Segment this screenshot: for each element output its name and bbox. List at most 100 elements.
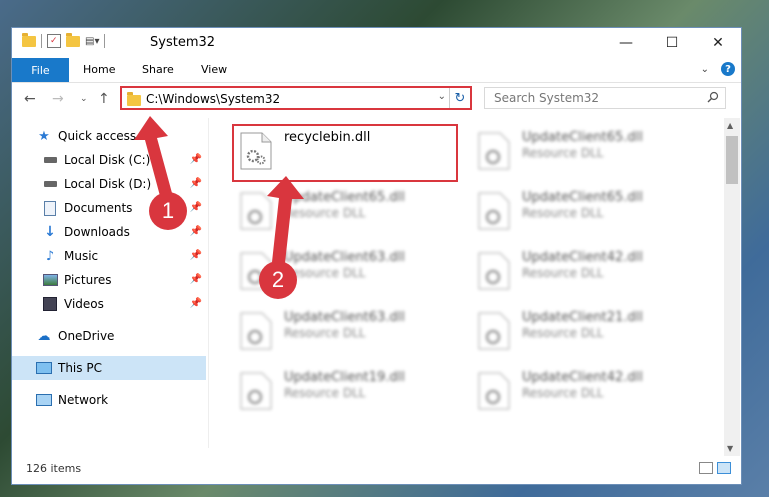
sidebar-item-videos[interactable]: Videos 📌 <box>42 292 206 316</box>
search-icon[interactable] <box>707 91 719 103</box>
sidebar-item-music[interactable]: ♪ Music 📌 <box>42 244 206 268</box>
pin-icon: 📌 <box>189 250 202 261</box>
window-controls: — ☐ ✕ <box>603 28 741 58</box>
computer-icon <box>36 361 52 375</box>
file-name: UpdateClient63.dll <box>284 310 405 325</box>
address-path[interactable]: C:\Windows\System32 <box>146 92 280 106</box>
folder-icon <box>127 92 141 106</box>
minimize-icon[interactable]: — <box>603 28 649 58</box>
file-name: UpdateClient63.dll <box>284 250 405 265</box>
dll-file-icon <box>478 372 510 410</box>
sidebar-item-onedrive[interactable]: ☁ OneDrive <box>36 324 206 348</box>
sidebar-item-label: Pictures <box>64 273 112 287</box>
sidebar-item-local-disk-c[interactable]: Local Disk (C:) 📌 <box>42 148 206 172</box>
file-item[interactable]: UpdateClient42.dll Resource DLL <box>474 244 700 296</box>
file-item[interactable]: UpdateClient21.dll Resource DLL <box>474 304 700 356</box>
pane-divider <box>208 118 209 448</box>
file-name: UpdateClient21.dll <box>522 310 643 325</box>
details-view-icon[interactable] <box>699 462 713 474</box>
up-arrow-icon[interactable]: ↑ <box>98 91 110 107</box>
tab-view[interactable]: View <box>201 63 227 76</box>
music-icon: ♪ <box>45 248 55 264</box>
file-type: Resource DLL <box>522 206 604 220</box>
sidebar-item-local-disk-d[interactable]: Local Disk (D:) 📌 <box>42 172 206 196</box>
search-box[interactable]: Search System32 <box>484 87 726 109</box>
file-type: Resource DLL <box>284 206 366 220</box>
sidebar-item-this-pc[interactable]: This PC <box>12 356 206 380</box>
pin-icon: 📌 <box>189 274 202 285</box>
navigation-bar: ← → ⌄ ↑ C:\Windows\System32 ⌄ ↻ Search S… <box>12 84 741 114</box>
cloud-icon: ☁ <box>37 328 51 344</box>
file-explorer-window: ✓ ▤▾ System32 — ☐ ✕ File Home Share View… <box>12 28 741 484</box>
sidebar-item-label: Music <box>64 249 99 263</box>
tiles-view-icon[interactable] <box>717 462 731 474</box>
vertical-scrollbar[interactable]: ▲ ▼ <box>724 118 740 456</box>
customize-toolbar-icon[interactable]: ▤▾ <box>85 36 99 47</box>
pin-icon: 📌 <box>189 202 202 213</box>
dll-file-icon <box>240 372 272 410</box>
scroll-up-icon[interactable]: ▲ <box>727 121 733 130</box>
dll-file-icon <box>478 192 510 230</box>
item-count: 126 items <box>26 462 82 475</box>
scroll-thumb[interactable] <box>726 136 738 184</box>
tab-home[interactable]: Home <box>83 63 115 76</box>
pictures-icon <box>42 273 58 287</box>
expand-ribbon-icon[interactable]: ⌄ <box>701 64 709 75</box>
sidebar-item-label: Network <box>58 393 109 407</box>
address-dropdown-icon[interactable]: ⌄ <box>438 91 446 102</box>
drive-icon <box>42 177 58 191</box>
address-bar[interactable]: C:\Windows\System32 ⌄ ↻ <box>120 86 472 110</box>
file-item[interactable]: UpdateClient65.dll Resource DLL <box>474 184 700 236</box>
tab-share[interactable]: Share <box>142 63 174 76</box>
file-type: Resource DLL <box>284 326 366 340</box>
search-placeholder[interactable]: Search System32 <box>494 91 599 105</box>
tab-file[interactable]: File <box>12 58 69 82</box>
quick-access-toolbar: ✓ ▤▾ <box>22 32 106 48</box>
scroll-down-icon[interactable]: ▼ <box>727 444 733 453</box>
refresh-icon[interactable]: ↻ <box>449 88 470 108</box>
file-item[interactable]: UpdateClient65.dll Resource DLL <box>474 124 700 176</box>
step-badge-1: 1 <box>149 192 187 230</box>
sidebar-item-label: Local Disk (C:) <box>64 153 151 167</box>
properties-icon[interactable]: ✓ <box>47 34 61 48</box>
file-item[interactable]: UpdateClient65.dll Resource DLL <box>236 184 462 236</box>
file-type: Resource DLL <box>522 266 604 280</box>
ribbon-tabs: File Home Share View ⌄ ? <box>12 58 741 83</box>
pin-icon: 📌 <box>189 178 202 189</box>
star-icon: ★ <box>38 128 50 144</box>
separator <box>41 34 42 48</box>
recent-locations-icon[interactable]: ⌄ <box>80 94 88 104</box>
pin-icon: 📌 <box>189 298 202 309</box>
sidebar-item-network[interactable]: Network <box>36 388 206 412</box>
sidebar-item-label: Downloads <box>64 225 130 239</box>
sidebar-item-label: Quick access <box>58 129 137 143</box>
dll-file-icon <box>478 132 510 170</box>
help-icon[interactable]: ? <box>721 62 735 76</box>
navigation-pane: ★ Quick access Local Disk (C:) 📌 Local D… <box>12 118 206 458</box>
new-folder-icon[interactable] <box>66 32 80 47</box>
dll-file-icon <box>240 192 272 230</box>
documents-icon <box>42 200 58 216</box>
sidebar-item-label: OneDrive <box>58 329 115 343</box>
view-toggle <box>699 462 731 474</box>
step-badge-2: 2 <box>259 261 297 299</box>
dll-file-icon <box>478 312 510 350</box>
maximize-icon[interactable]: ☐ <box>649 28 695 58</box>
dll-file-icon <box>478 252 510 290</box>
pin-icon: 📌 <box>189 226 202 237</box>
sidebar-item-label: This PC <box>58 361 102 375</box>
file-name: UpdateClient65.dll <box>522 130 643 145</box>
back-arrow-icon[interactable]: ← <box>24 91 36 107</box>
file-item[interactable]: UpdateClient42.dll Resource DLL <box>474 364 700 416</box>
file-item[interactable]: UpdateClient19.dll Resource DLL <box>236 364 462 416</box>
sidebar-item-pictures[interactable]: Pictures 📌 <box>42 268 206 292</box>
file-type: Resource DLL <box>522 326 604 340</box>
sidebar-item-label: Documents <box>64 201 133 215</box>
sidebar-item-quick-access[interactable]: ★ Quick access <box>36 124 230 148</box>
file-item[interactable]: UpdateClient63.dll Resource DLL <box>236 304 462 356</box>
videos-icon <box>42 297 58 311</box>
ribbon-right: ⌄ ? <box>701 62 735 76</box>
file-name: UpdateClient19.dll <box>284 370 405 385</box>
close-icon[interactable]: ✕ <box>695 28 741 58</box>
forward-arrow-icon[interactable]: → <box>52 91 64 107</box>
